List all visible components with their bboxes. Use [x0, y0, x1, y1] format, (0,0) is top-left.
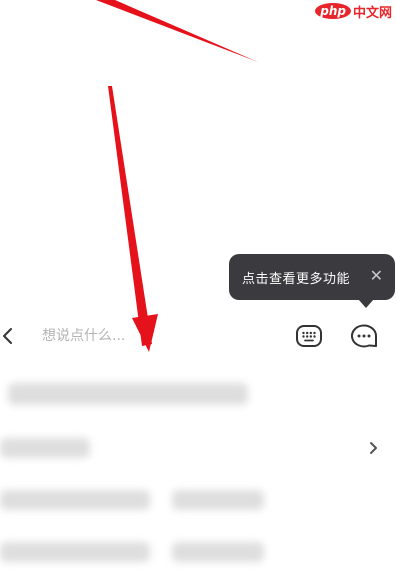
feature-tooltip: 点击查看更多功能 ✕ [229, 254, 395, 308]
annotation-arrow-down [108, 86, 152, 346]
blurred-text [8, 383, 248, 405]
comment-input-bar [0, 312, 396, 360]
close-icon[interactable]: ✕ [370, 267, 383, 285]
blurred-text [0, 490, 150, 510]
keyboard-icon[interactable] [295, 323, 323, 349]
watermark-logo: php [315, 3, 351, 19]
tooltip-tail [358, 299, 374, 308]
comment-input[interactable] [42, 324, 242, 348]
chevron-right-icon[interactable] [368, 441, 378, 455]
watermark-text: 中文网 [352, 5, 392, 21]
chevron-left-icon[interactable] [0, 324, 16, 348]
blurred-text [172, 542, 264, 562]
watermark: php 中文网 [315, 0, 392, 22]
annotation-arrow-top [96, 0, 258, 62]
blurred-text [0, 542, 150, 562]
tooltip-text: 点击查看更多功能 [242, 271, 351, 287]
blurred-text [0, 438, 90, 458]
blurred-text [172, 490, 264, 510]
more-chat-icon[interactable] [350, 323, 378, 349]
